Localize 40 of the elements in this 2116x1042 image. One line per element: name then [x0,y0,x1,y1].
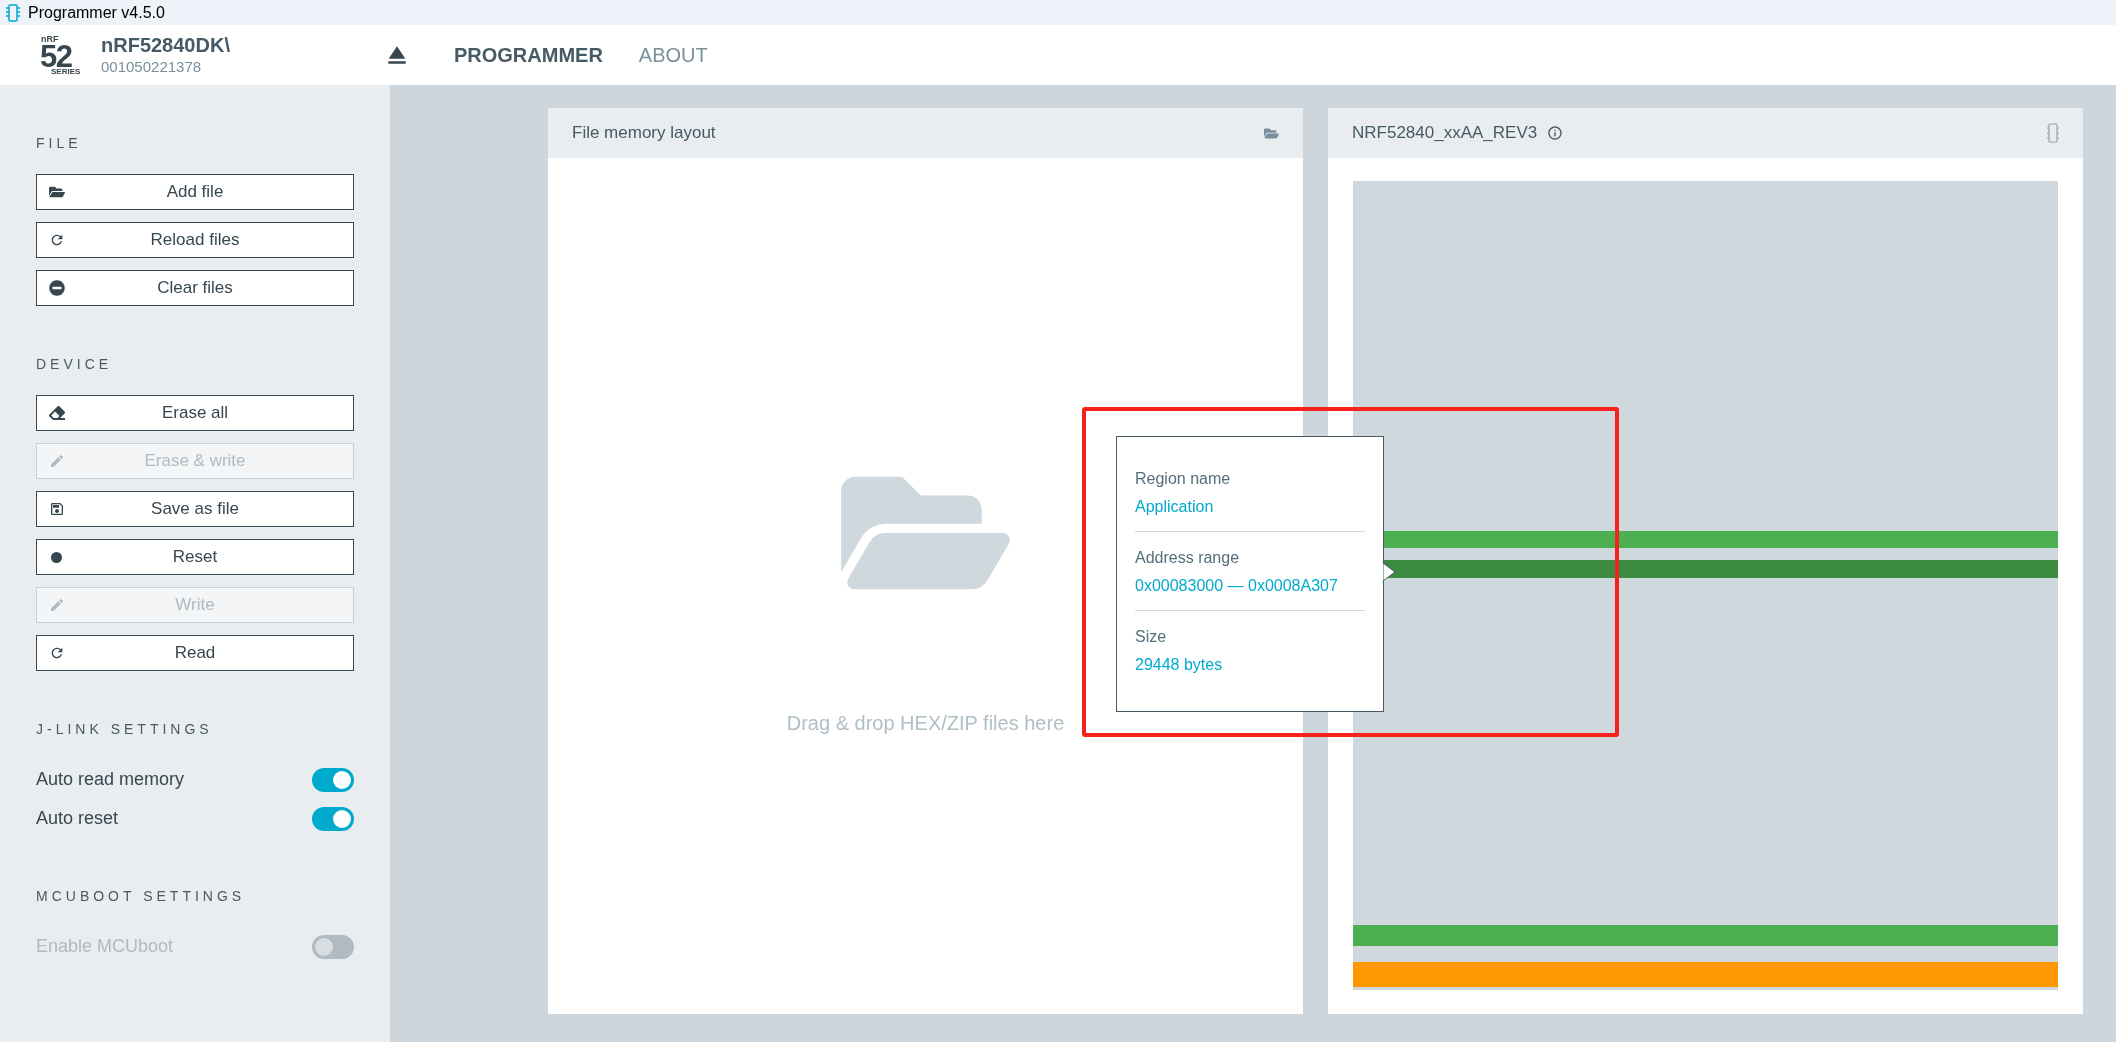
toggle-label: Enable MCUboot [36,935,174,958]
section-title: MCUBOOT SETTINGS [36,887,247,906]
device-serial: 001050221378 [101,58,203,77]
panel-title: NRF52840_xxAA_REV3 [1352,122,1538,145]
toggle-switch[interactable] [312,806,354,831]
panel-title: File memory layout [572,122,716,145]
nav-tab[interactable]: PROGRAMMER [453,40,603,70]
sidebar-button[interactable]: Read [36,635,354,671]
sidebar-button[interactable]: Reset [36,539,354,575]
app-icon [6,3,20,22]
folder-icon [49,184,65,200]
info-icon[interactable] [1547,125,1564,141]
reload-icon [49,232,65,248]
section-title: J-LINK SETTINGS [36,720,214,739]
tooltip-label: Size [1135,627,1168,647]
pencil-icon [49,597,65,613]
reload-icon [49,645,65,661]
drop-hint: Drag & drop HEX/ZIP files here [786,711,1065,736]
toggle-switch[interactable] [312,767,354,792]
window-title: Programmer v4.5.0 [28,2,165,23]
eraser-icon [49,405,65,421]
save-icon [49,501,65,517]
tooltip-value: 0x00083000 — 0x0008A307 [1135,576,1339,596]
toggle-label: Auto reset [36,807,119,830]
sidebar-button[interactable]: Save as file [36,491,354,527]
pencil-icon [49,453,65,469]
memory-region[interactable] [1353,925,2058,947]
section-title: FILE [36,134,83,153]
toggle-label: Auto read memory [36,768,185,791]
sidebar-button[interactable]: Clear files [36,270,354,306]
section-title: DEVICE [36,355,114,374]
tooltip-value: 29448 bytes [1135,655,1224,675]
tooltip-label: Address range [1135,548,1241,568]
sidebar-button[interactable]: Add file [36,174,354,210]
chip-icon[interactable] [2047,123,2059,143]
sidebar-button[interactable]: Erase all [36,395,354,431]
sidebar-button[interactable]: Reload files [36,222,354,258]
device-name: nRF52840DK\ [101,33,230,59]
tooltip-value: Application [1135,497,1215,517]
tooltip-label: Region name [1135,469,1232,489]
